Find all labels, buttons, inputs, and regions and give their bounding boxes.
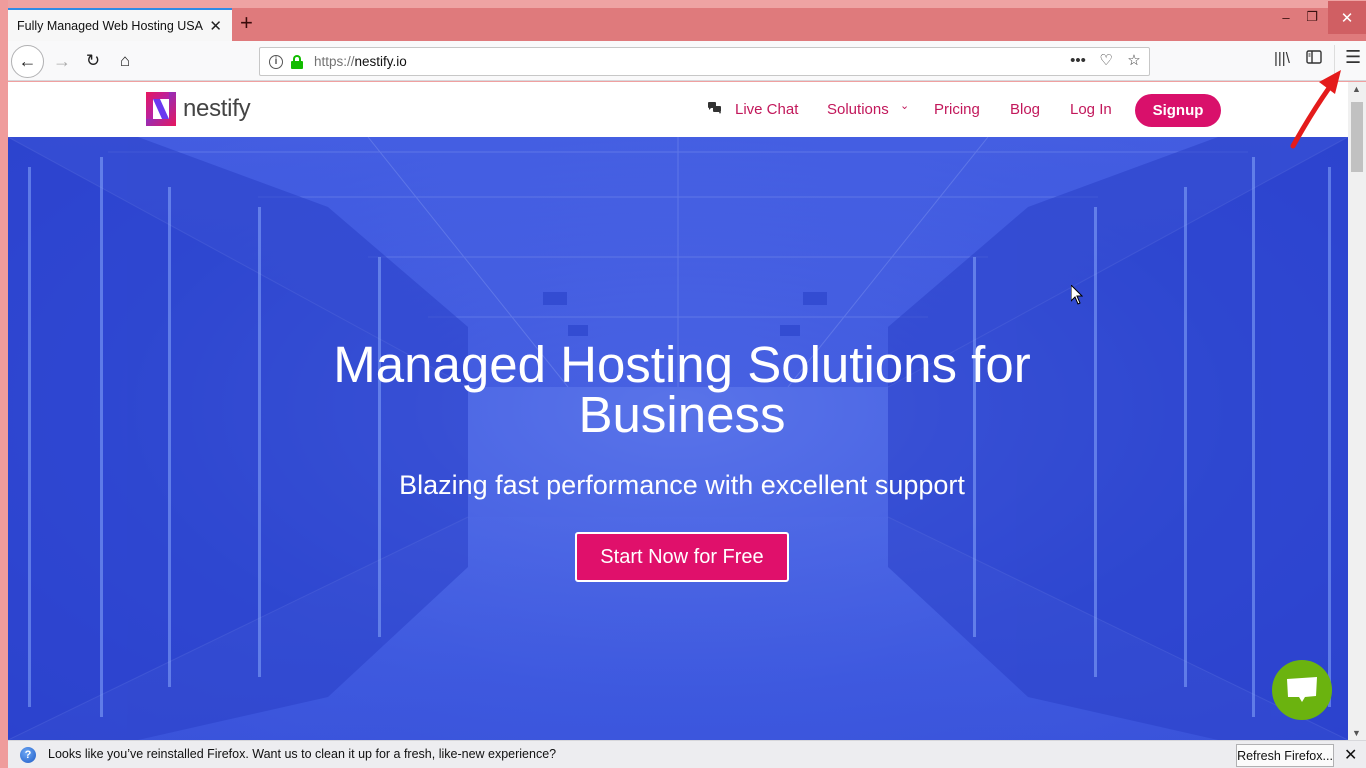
chat-widget-button[interactable] <box>1272 660 1332 720</box>
signup-button[interactable]: Signup <box>1135 94 1221 127</box>
close-window-button[interactable]: ✕ <box>1328 1 1366 34</box>
site-info-icon[interactable]: i <box>269 54 283 69</box>
hero-title-line-1: Managed Hosting Solutions for <box>333 336 1031 393</box>
page-actions-icon[interactable]: ••• <box>1069 52 1087 69</box>
site-header: nestify Live Chat Solutions ⌄ Pricing Bl… <box>8 82 1348 137</box>
solutions-chevron-down-icon[interactable]: ⌄ <box>900 99 909 112</box>
scroll-down-icon[interactable]: ▼ <box>1352 728 1361 738</box>
reload-button[interactable]: ↻ <box>81 49 105 73</box>
lock-icon[interactable] <box>291 54 303 69</box>
hero-title: Managed Hosting Solutions for Business <box>8 339 1348 443</box>
nav-live-chat[interactable]: Live Chat <box>735 101 798 118</box>
window-left-edge <box>0 0 8 768</box>
url-host: nestify.io <box>354 54 407 69</box>
toolbar-separator <box>1334 45 1335 77</box>
hamburger-menu-icon[interactable]: ☰ <box>1345 47 1361 68</box>
nav-pricing[interactable]: Pricing <box>934 101 980 118</box>
refresh-firefox-button[interactable]: Refresh Firefox... <box>1236 744 1334 767</box>
scroll-up-icon[interactable]: ▲ <box>1352 84 1361 94</box>
start-now-button[interactable]: Start Now for Free <box>575 532 789 582</box>
url-text[interactable]: https://nestify.io <box>314 54 407 69</box>
chat-message-icon <box>1287 677 1317 702</box>
sidebar-icon[interactable] <box>1306 50 1322 68</box>
nav-solutions[interactable]: Solutions <box>827 101 889 118</box>
back-button[interactable]: ← <box>11 45 44 78</box>
url-actions: ••• ♡ ☆ <box>1069 51 1143 70</box>
site-nav: Live Chat Solutions ⌄ Pricing Blog Log I… <box>8 82 1348 137</box>
hero-title-line-2: Business <box>578 386 786 443</box>
nav-login[interactable]: Log In <box>1070 101 1112 118</box>
maximize-button[interactable]: ❐ <box>1294 0 1330 34</box>
hero-section: Managed Hosting Solutions for Business B… <box>8 137 1348 740</box>
mouse-cursor <box>1071 285 1083 305</box>
navigation-toolbar: ← → ↻ ⌂ i https://nestify.io ••• ♡ ☆ |||… <box>8 41 1366 81</box>
tab-title: Fully Managed Web Hosting USA | N <box>17 18 203 33</box>
forward-button[interactable]: → <box>50 49 74 73</box>
notification-text: Looks like you’ve reinstalled Firefox. W… <box>48 747 557 761</box>
question-icon: ? <box>20 747 36 763</box>
new-tab-button[interactable]: + <box>240 11 253 35</box>
library-icon[interactable]: |||\ <box>1274 50 1290 67</box>
window-top-border <box>0 0 1366 8</box>
web-page: nestify Live Chat Solutions ⌄ Pricing Bl… <box>8 82 1348 740</box>
nav-blog[interactable]: Blog <box>1010 101 1040 118</box>
browser-tab-active[interactable]: Fully Managed Web Hosting USA | N ✕ <box>8 8 232 41</box>
notification-bar: ? Looks like you’ve reinstalled Firefox.… <box>8 740 1366 768</box>
url-bar[interactable]: i https://nestify.io ••• ♡ ☆ <box>259 47 1150 76</box>
tab-close-icon[interactable]: ✕ <box>209 17 222 35</box>
home-button[interactable]: ⌂ <box>113 49 137 73</box>
pocket-icon[interactable]: ♡ <box>1097 51 1115 69</box>
bookmark-star-icon[interactable]: ☆ <box>1125 51 1143 69</box>
notification-close-icon[interactable]: ✕ <box>1344 745 1357 765</box>
url-scheme: https:// <box>314 54 355 69</box>
page-scrollbar[interactable]: ▲ ▼ <box>1348 82 1366 740</box>
live-chat-icon <box>708 102 721 114</box>
scrollbar-thumb[interactable] <box>1351 102 1363 172</box>
hero-subtitle: Blazing fast performance with excellent … <box>399 470 965 500</box>
